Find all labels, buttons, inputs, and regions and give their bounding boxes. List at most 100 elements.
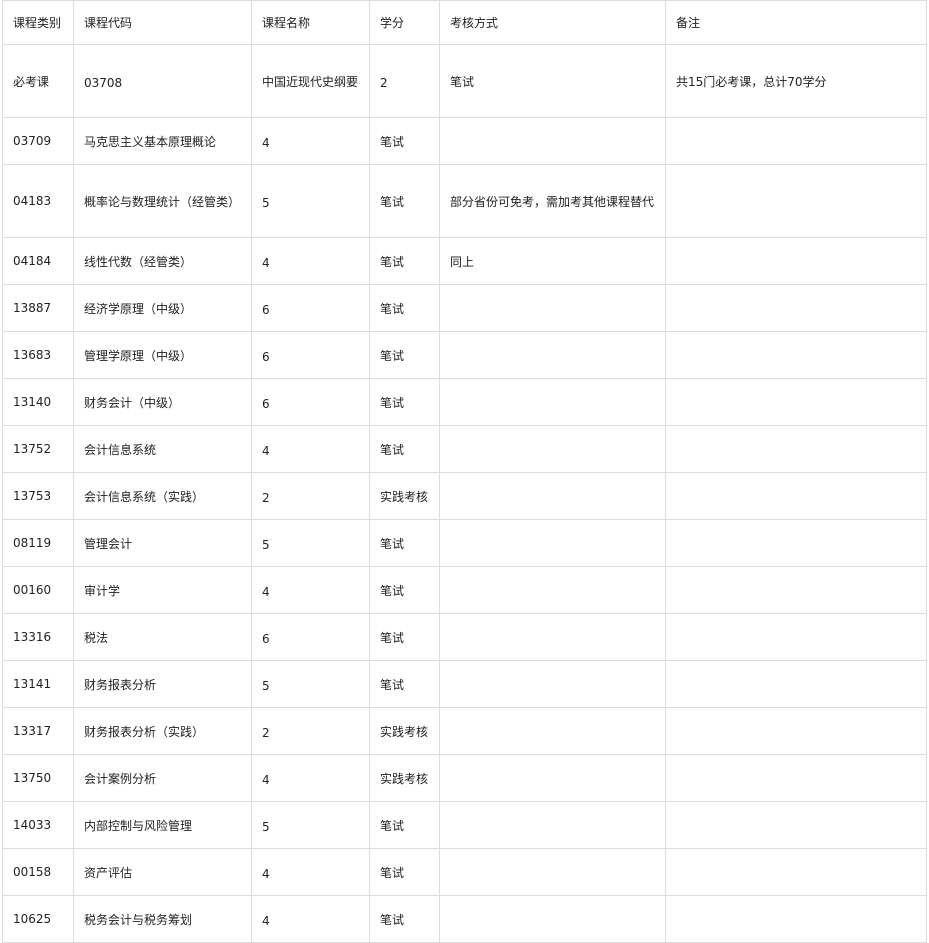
header-exam: 考核方式	[439, 0, 666, 45]
cell-name: 6	[251, 331, 370, 379]
cell-credit: 笔试	[369, 284, 440, 332]
cell-exam	[439, 519, 666, 567]
cell-credit: 笔试	[369, 378, 440, 426]
cell-exam: 部分省份可免考，需加考其他课程替代	[439, 164, 666, 238]
cell-code: 03708	[73, 44, 252, 118]
table-row: 13141 财务报表分析 5 笔试	[2, 660, 927, 708]
cell-note	[665, 472, 927, 520]
cell-name: 6	[251, 378, 370, 426]
cell-category: 13753	[2, 472, 74, 520]
cell-code: 马克思主义基本原理概论	[73, 117, 252, 165]
table-row: 04184 线性代数（经管类） 4 笔试 同上	[2, 237, 927, 285]
cell-category: 00160	[2, 566, 74, 614]
header-category: 课程类别	[2, 0, 74, 45]
cell-credit: 笔试	[369, 117, 440, 165]
cell-note	[665, 117, 927, 165]
cell-category: 必考课	[2, 44, 74, 118]
table-row: 必考课 03708 中国近现代史纲要 2 笔试 共15门必考课，总计70学分	[2, 44, 927, 118]
table-row: 13317 财务报表分析（实践） 2 实践考核	[2, 707, 927, 755]
cell-credit: 笔试	[369, 801, 440, 849]
cell-exam	[439, 566, 666, 614]
cell-name: 5	[251, 164, 370, 238]
cell-note	[665, 519, 927, 567]
header-code: 课程代码	[73, 0, 252, 45]
table-row: 13752 会计信息系统 4 笔试	[2, 425, 927, 473]
cell-code: 概率论与数理统计（经管类）	[73, 164, 252, 238]
cell-name: 4	[251, 848, 370, 896]
cell-credit: 笔试	[369, 566, 440, 614]
cell-credit: 实践考核	[369, 754, 440, 802]
cell-exam	[439, 613, 666, 661]
cell-credit: 笔试	[369, 660, 440, 708]
cell-credit: 笔试	[369, 237, 440, 285]
cell-code: 税法	[73, 613, 252, 661]
cell-note	[665, 378, 927, 426]
cell-exam	[439, 331, 666, 379]
table-row: 13316 税法 6 笔试	[2, 613, 927, 661]
cell-category: 13140	[2, 378, 74, 426]
cell-credit: 笔试	[369, 519, 440, 567]
cell-credit: 2	[369, 44, 440, 118]
cell-name: 5	[251, 519, 370, 567]
table-row: 10625 税务会计与税务筹划 4 笔试	[2, 895, 927, 943]
cell-exam	[439, 284, 666, 332]
table-body: 必考课 03708 中国近现代史纲要 2 笔试 共15门必考课，总计70学分 03709 马克…	[2, 44, 927, 943]
cell-category: 13316	[2, 613, 74, 661]
cell-category: 10625	[2, 895, 74, 943]
cell-name: 4	[251, 237, 370, 285]
cell-code: 线性代数（经管类）	[73, 237, 252, 285]
cell-code: 会计信息系统	[73, 425, 252, 473]
cell-category: 03709	[2, 117, 74, 165]
header-note: 备注	[665, 0, 927, 45]
cell-note	[665, 613, 927, 661]
cell-category: 04183	[2, 164, 74, 238]
cell-credit: 笔试	[369, 613, 440, 661]
cell-exam	[439, 425, 666, 473]
cell-name: 4	[251, 754, 370, 802]
course-table-container: 课程类别 课程代码 课程名称 学分 考核方式 备注 必考课 03708 中国近现代史…	[2, 0, 927, 943]
cell-credit: 笔试	[369, 331, 440, 379]
cell-code: 财务报表分析（实践）	[73, 707, 252, 755]
cell-category: 13141	[2, 660, 74, 708]
cell-exam: 同上	[439, 237, 666, 285]
cell-category: 08119	[2, 519, 74, 567]
table-row: 13140 财务会计（中级） 6 笔试	[2, 378, 927, 426]
cell-note	[665, 237, 927, 285]
cell-code: 会计信息系统（实践）	[73, 472, 252, 520]
cell-code: 管理学原理（中级）	[73, 331, 252, 379]
cell-name: 4	[251, 895, 370, 943]
table-row: 13887 经济学原理（中级） 6 笔试	[2, 284, 927, 332]
table-row: 13683 管理学原理（中级） 6 笔试	[2, 331, 927, 379]
cell-category: 13317	[2, 707, 74, 755]
cell-note	[665, 848, 927, 896]
cell-name: 6	[251, 613, 370, 661]
cell-exam	[439, 754, 666, 802]
table-row: 14033 内部控制与风险管理 5 笔试	[2, 801, 927, 849]
cell-name: 中国近现代史纲要	[251, 44, 370, 118]
cell-exam	[439, 801, 666, 849]
cell-note	[665, 707, 927, 755]
cell-code: 税务会计与税务筹划	[73, 895, 252, 943]
cell-code: 审计学	[73, 566, 252, 614]
cell-note	[665, 284, 927, 332]
cell-category: 14033	[2, 801, 74, 849]
cell-code: 财务会计（中级）	[73, 378, 252, 426]
cell-name: 5	[251, 801, 370, 849]
cell-name: 6	[251, 284, 370, 332]
cell-note	[665, 425, 927, 473]
cell-credit: 笔试	[369, 425, 440, 473]
cell-credit: 笔试	[369, 848, 440, 896]
cell-exam	[439, 848, 666, 896]
cell-credit: 笔试	[369, 164, 440, 238]
cell-code: 资产评估	[73, 848, 252, 896]
header-credit: 学分	[369, 0, 440, 45]
table-header-row: 课程类别 课程代码 课程名称 学分 考核方式 备注	[2, 0, 927, 45]
cell-code: 会计案例分析	[73, 754, 252, 802]
cell-category: 13750	[2, 754, 74, 802]
cell-name: 4	[251, 566, 370, 614]
cell-exam	[439, 660, 666, 708]
course-table: 课程类别 课程代码 课程名称 学分 考核方式 备注 必考课 03708 中国近现代史…	[2, 0, 927, 943]
cell-credit: 笔试	[369, 895, 440, 943]
header-name: 课程名称	[251, 0, 370, 45]
cell-code: 财务报表分析	[73, 660, 252, 708]
